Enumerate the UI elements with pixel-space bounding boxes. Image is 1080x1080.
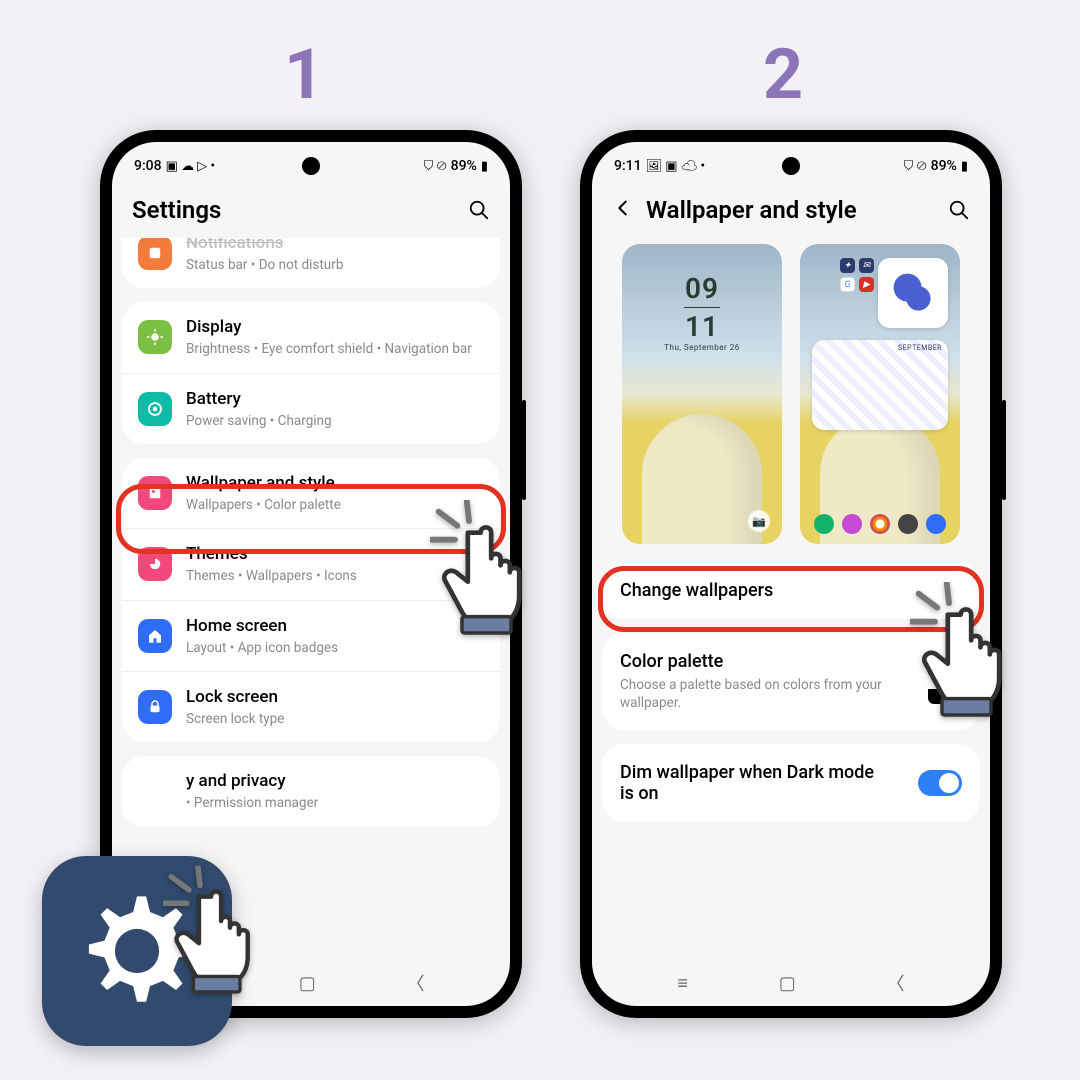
tap-cursor-icon (910, 582, 1030, 726)
settings-item-display[interactable]: Display Brightness • Eye comfort shield … (122, 302, 500, 372)
nav-recents[interactable]: ≡ (677, 973, 688, 994)
row-sub: • Permission manager (186, 794, 484, 812)
widget-calendar (812, 340, 948, 430)
search-button[interactable] (948, 199, 970, 221)
row-sub: Brightness • Eye comfort shield • Naviga… (186, 340, 484, 358)
row-title: Lock screen (186, 686, 484, 708)
option-title: Color palette (620, 651, 916, 672)
display-icon (138, 320, 172, 354)
page-title: Settings (132, 196, 456, 224)
row-title: Notifications (186, 238, 484, 254)
camera-hole-icon (302, 157, 320, 175)
settings-item-lock[interactable]: Lock screen Screen lock type (122, 671, 500, 742)
option-dim-wallpaper[interactable]: Dim wallpaper when Dark mode is on (602, 744, 980, 822)
status-left-icons: ▣ ☁ ▷ • (166, 160, 216, 173)
battery-text: 89% (451, 158, 477, 174)
search-icon (948, 199, 970, 221)
status-time: 9:08 (134, 158, 162, 174)
chevron-left-icon (612, 197, 634, 219)
nav-back[interactable]: 〈 (407, 970, 425, 996)
back-button[interactable] (612, 197, 634, 223)
nav-bar: ≡ ▢ 〈 (592, 960, 990, 1006)
option-title: Dim wallpaper when Dark mode is on (620, 762, 890, 804)
battery-icon: ▮ (481, 159, 488, 174)
settings-item-security[interactable]: y and privacy • Permission manager (122, 756, 500, 826)
lock-screen-preview[interactable]: 09 11 Thu, September 26 📷 (622, 244, 782, 544)
camera-shortcut-icon: 📷 (748, 510, 770, 532)
camera-hole-icon (782, 157, 800, 175)
notifications-icon (138, 238, 172, 270)
lock-clock: 09 11 Thu, September 26 (622, 272, 782, 352)
battery-text: 89% (931, 158, 957, 174)
step-label-2: 2 (763, 34, 803, 116)
wallpaper-icon (138, 476, 172, 510)
row-title: Display (186, 316, 484, 338)
wifi-icon: ⛉ ⊘ (424, 159, 447, 174)
settings-item-notifications[interactable]: Notifications Status bar • Do not distur… (122, 238, 500, 288)
nav-home[interactable]: ▢ (779, 973, 796, 994)
dim-toggle[interactable] (918, 770, 962, 796)
app-bar: Settings (112, 186, 510, 238)
row-title: y and privacy (186, 770, 484, 792)
home-icon (138, 619, 172, 653)
search-icon (468, 199, 490, 221)
screen-wallpaper-style: 9:11 🖼 ▣ ☁ • ⛉ ⊘ 89% ▮ Wallpaper and sty… (592, 142, 990, 1006)
row-sub: Power saving • Charging (186, 412, 484, 430)
status-left-icons: 🖼 ▣ ☁ • (646, 160, 706, 173)
dock-icons (800, 514, 960, 534)
nav-home[interactable]: ▢ (299, 973, 316, 994)
row-title: Wallpaper and style (186, 472, 484, 494)
phone-frame-2: 9:11 🖼 ▣ ☁ • ⛉ ⊘ 89% ▮ Wallpaper and sty… (580, 130, 1002, 1018)
nav-back[interactable]: 〈 (887, 970, 905, 996)
battery-icon: ▮ (961, 159, 968, 174)
status-time: 9:11 (614, 158, 642, 174)
row-title: Battery (186, 388, 484, 410)
status-icons: ✦✉G▶ (840, 258, 874, 292)
tap-cursor-icon (163, 866, 277, 1003)
option-sub: Choose a palette based on colors from yo… (620, 676, 916, 712)
row-sub: Screen lock type (186, 710, 484, 728)
widget-art (878, 258, 948, 328)
settings-item-battery[interactable]: Battery Power saving • Charging (122, 373, 500, 444)
page-title: Wallpaper and style (646, 196, 936, 224)
wifi-icon: ⛉ ⊘ (904, 159, 927, 174)
battery-row-icon (138, 392, 172, 426)
search-button[interactable] (468, 199, 490, 221)
themes-icon (138, 547, 172, 581)
lock-icon (138, 690, 172, 724)
step-label-1: 1 (284, 34, 324, 116)
app-bar: Wallpaper and style (592, 186, 990, 238)
tap-cursor-icon (430, 500, 550, 644)
home-screen-preview[interactable]: ✦✉G▶ (800, 244, 960, 544)
row-sub: Status bar • Do not disturb (186, 256, 484, 274)
